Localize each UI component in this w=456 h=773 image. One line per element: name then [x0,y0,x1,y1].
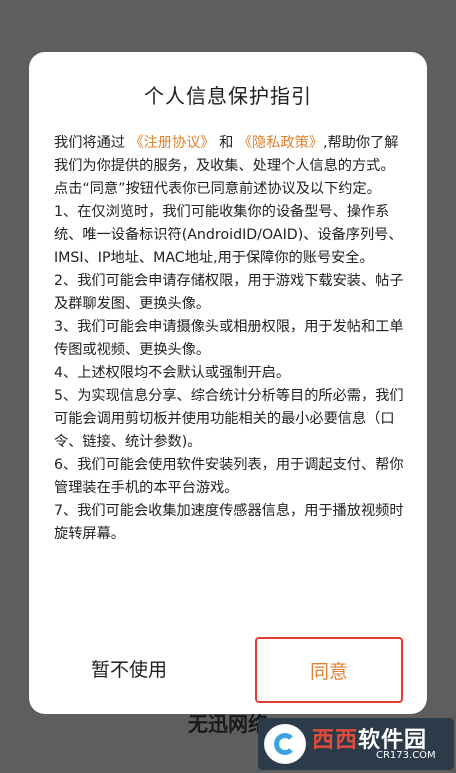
agree-button[interactable]: 同意 [255,637,403,703]
list-item: 2、我们可能会申请存储权限，用于游戏下载安装、帖子及群聊发图、更换头像。 [54,273,404,312]
privacy-policy-link[interactable]: 《隐私政策》 [238,135,323,151]
intro-paragraph: 我们将通过 《注册协议》 和 《隐私政策》,帮助你了解我们为你提供的服务，及收集… [54,132,404,178]
list-item: 7、我们可能会收集加速度传感器信息，用于播放视频时旋转屏幕。 [54,503,404,542]
privacy-dialog: 个人信息保护指引 我们将通过 《注册协议》 和 《隐私政策》,帮助你了解我们为你… [29,52,427,714]
dialog-content: 我们将通过 《注册协议》 和 《隐私政策》,帮助你了解我们为你提供的服务，及收集… [54,132,404,546]
site-watermark: 西西软件园 CR173.COM [258,718,454,770]
list-item: 4、上述权限均不会默认或强制开启。 [54,365,291,381]
decline-button[interactable]: 暂不使用 [49,637,209,703]
intro-before: 我们将通过 [54,135,125,151]
site-logo-icon [264,724,306,764]
watermark-url: CR173.COM [376,750,436,761]
dialog-footer: 暂不使用 同意 [29,637,427,707]
dialog-title: 个人信息保护指引 [144,84,312,108]
intro-and: 和 [219,135,234,151]
consent-paragraph: 点击“同意”按钮代表你已同意前述协议及以下约定。 [54,181,381,197]
agreement-link[interactable]: 《注册协议》 [129,135,214,151]
list-item: 5、为实现信息分享、综合统计分析等目的所必需，我们可能会调用剪切板并使用功能相关… [54,388,404,450]
list-item: 6、我们可能会使用软件安装列表，用于调起支付、帮你管理装在手机的本平台游戏。 [54,457,404,496]
list-item: 1、在仅浏览时，我们可能收集你的设备型号、操作系统、唯一设备标识符(Androi… [54,204,403,266]
list-item: 3、我们可能会申请摄像头或相册权限，用于发帖和工单传图或视频、更换头像。 [54,319,404,358]
